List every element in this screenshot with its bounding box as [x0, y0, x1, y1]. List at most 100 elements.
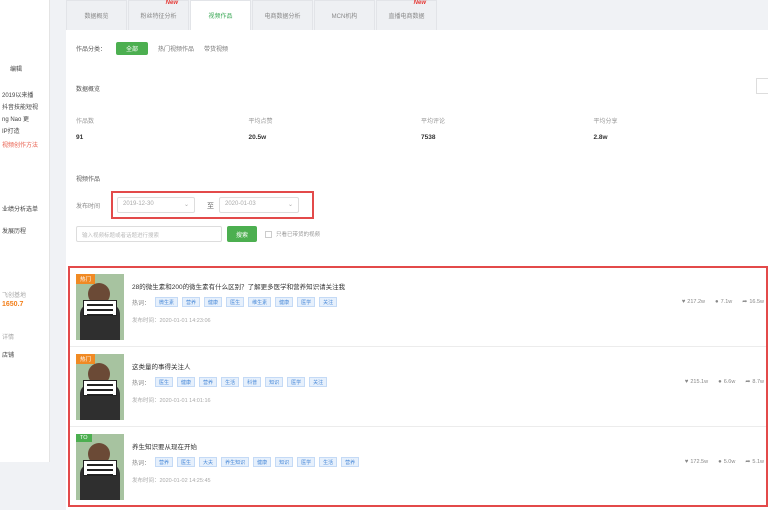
likes-value: 172.5w — [690, 458, 709, 465]
end-date-picker[interactable]: 2020-01-03 ⌄ — [219, 197, 299, 213]
tag[interactable]: 医学 — [287, 377, 306, 387]
sidebar-edit-link[interactable]: 编辑 — [10, 64, 57, 73]
video-title[interactable]: 28的微生素和200的微生素有什么区别？了解更多医学和营养知识请关注我 — [132, 281, 345, 291]
share-icon: ➦ — [742, 299, 748, 305]
sidebar-value: 1650.7 — [2, 301, 24, 308]
search-button[interactable]: 搜索 — [227, 226, 257, 242]
stat-label: 平均点赞 — [248, 119, 273, 125]
filter-hot-option[interactable]: 热门视频作品 — [158, 44, 194, 53]
tab-mcn[interactable]: MCN机构 — [314, 0, 375, 30]
new-badge: New — [413, 0, 426, 6]
tag[interactable]: 养生知识 — [221, 457, 250, 467]
goods-only-checkbox[interactable] — [265, 230, 272, 238]
comments-value: 6.6w — [723, 378, 736, 385]
filter-goods-option[interactable]: 带货视频 — [204, 44, 228, 53]
shares-value: 8.7w — [752, 378, 764, 385]
tag[interactable]: 微生素 — [155, 297, 179, 307]
shares-value: 5.1w — [752, 458, 764, 465]
sidebar-line: ng Nao 更 — [2, 117, 30, 123]
video-metrics: ♥ 217.2w ● 7.1w ➦ 16.5w — [682, 298, 764, 306]
tag[interactable]: 健康 — [204, 297, 223, 307]
video-list: 热门 28的微生素和200的微生素有什么区别？了解更多医学和营养知识请关注我 热… — [68, 266, 768, 507]
tab-label: 粉丝特征分析 — [140, 14, 177, 20]
tag[interactable]: 大夫 — [199, 457, 218, 467]
stat-likes: 平均点赞 20.5w — [249, 116, 422, 141]
tag[interactable]: 医学 — [297, 457, 316, 467]
sidebar-line: 详情 — [2, 335, 15, 341]
tag[interactable]: 健康 — [177, 377, 196, 387]
tab-fans[interactable]: 粉丝特征分析 New — [128, 0, 189, 30]
stat-value: 2.8w — [593, 134, 608, 141]
hot-badge: 热门 — [76, 274, 96, 284]
tags-label: 热词： — [132, 380, 151, 387]
comment-icon: ● — [718, 378, 722, 385]
export-button[interactable] — [756, 78, 768, 94]
tag[interactable]: 关注 — [309, 377, 328, 387]
tag[interactable]: 营养 — [341, 457, 360, 467]
tab-label: 直播电商数据 — [388, 14, 425, 20]
tag[interactable]: 医学 — [297, 297, 316, 307]
comments-value: 5.0w — [723, 458, 736, 465]
date-to-label: 至 — [207, 203, 214, 210]
comments-metric: ● 5.0w — [718, 458, 735, 465]
comments-metric: ● 7.1w — [715, 298, 732, 305]
sidebar-line: 抖音技能短视 — [2, 105, 39, 111]
tab-videos[interactable]: 视频作品 — [190, 0, 251, 30]
sidebar-item[interactable]: 业绩分析选单 — [2, 204, 49, 213]
filter-label: 作品分类： — [76, 47, 107, 53]
shares-metric: ➦ 8.7w — [745, 378, 764, 386]
date-label: 发布时间 — [76, 204, 101, 210]
tag[interactable]: 知识 — [275, 457, 294, 467]
video-thumbnail[interactable] — [76, 434, 124, 500]
shares-metric: ➦ 16.5w — [742, 298, 764, 306]
sidebar-item[interactable]: 发展历程 — [2, 226, 49, 235]
tag[interactable]: 医生 — [226, 297, 245, 307]
tag[interactable]: 关注 — [319, 297, 338, 307]
tag[interactable]: 营养 — [182, 297, 201, 307]
likes-metric: ♥ 172.5w — [685, 458, 708, 465]
sidebar-item[interactable]: 店铺 — [2, 350, 49, 359]
video-tags: 热词： 医生 健康 营养 生活 科普 知识 医学 关注 — [132, 377, 331, 387]
tag[interactable]: 营养 — [155, 457, 174, 467]
stat-value: 7538 — [421, 134, 436, 141]
search-row: 输入视频标题或者话题进行搜索 搜索 只看已带货的视频 — [76, 226, 320, 242]
tag[interactable]: 营养 — [199, 377, 218, 387]
heart-icon: ♥ — [684, 458, 689, 465]
video-title[interactable]: 这类量的事得关注人 — [132, 361, 191, 371]
likes-metric: ♥ 215.1w — [685, 378, 708, 385]
tag[interactable]: 知识 — [265, 377, 284, 387]
shares-value: 16.5w — [749, 298, 764, 305]
video-title[interactable]: 养生知识要从现在开始 — [132, 441, 197, 451]
tag[interactable]: 健康 — [275, 297, 294, 307]
tag[interactable]: 医生 — [177, 457, 196, 467]
tab-ecommerce[interactable]: 电商数据分析 — [252, 0, 313, 30]
video-metrics: ♥ 215.1w ● 6.6w ➦ 8.7w — [685, 378, 764, 386]
sidebar-line: IP打造 — [2, 129, 20, 135]
overview-stats: 作品数 91 平均点赞 20.5w 平均评论 7538 平均分享 2.8w — [76, 116, 766, 141]
sidebar-line: 飞创基地 — [2, 293, 27, 299]
tag[interactable]: 健康 — [253, 457, 272, 467]
tag[interactable]: 生活 — [221, 377, 240, 387]
start-date-picker[interactable]: 2019-12-30 ⌄ — [117, 197, 195, 213]
category-filter: 作品分类： 全部 热门视频作品 带货视频 — [76, 42, 228, 55]
video-item[interactable]: 热门 28的微生素和200的微生素有什么区别？了解更多医学和营养知识请关注我 热… — [70, 268, 766, 347]
filter-all-button[interactable]: 全部 — [116, 42, 149, 55]
video-search-input[interactable]: 输入视频标题或者话题进行搜索 — [76, 226, 222, 242]
top-badge: TO — [76, 434, 92, 442]
tag[interactable]: 生活 — [319, 457, 338, 467]
video-item[interactable]: TO 养生知识要从现在开始 热词： 营养 医生 大夫 养生知识 健康 知识 医学… — [70, 428, 766, 507]
tag[interactable]: 科普 — [243, 377, 262, 387]
goods-only-label: 只看已带货的视频 — [276, 232, 321, 238]
tab-overview[interactable]: 数据概览 — [66, 0, 127, 30]
tag[interactable]: 维生素 — [248, 297, 272, 307]
new-badge: New — [165, 0, 178, 6]
video-item[interactable]: 热门 这类量的事得关注人 热词： 医生 健康 营养 生活 科普 知识 医学 关注… — [70, 348, 766, 427]
video-tags: 热词： 微生素 营养 健康 医生 维生素 健康 医学 关注 — [132, 297, 341, 307]
share-icon: ➦ — [745, 459, 751, 465]
publish-time: 发布时间：2020-01-02 14:25:45 — [132, 478, 211, 484]
tab-live[interactable]: 直播电商数据 New — [376, 0, 437, 30]
tab-label: 电商数据分析 — [264, 14, 301, 20]
stat-works: 作品数 91 — [76, 116, 249, 141]
tag[interactable]: 医生 — [155, 377, 174, 387]
thumbnail-caption — [83, 380, 117, 396]
